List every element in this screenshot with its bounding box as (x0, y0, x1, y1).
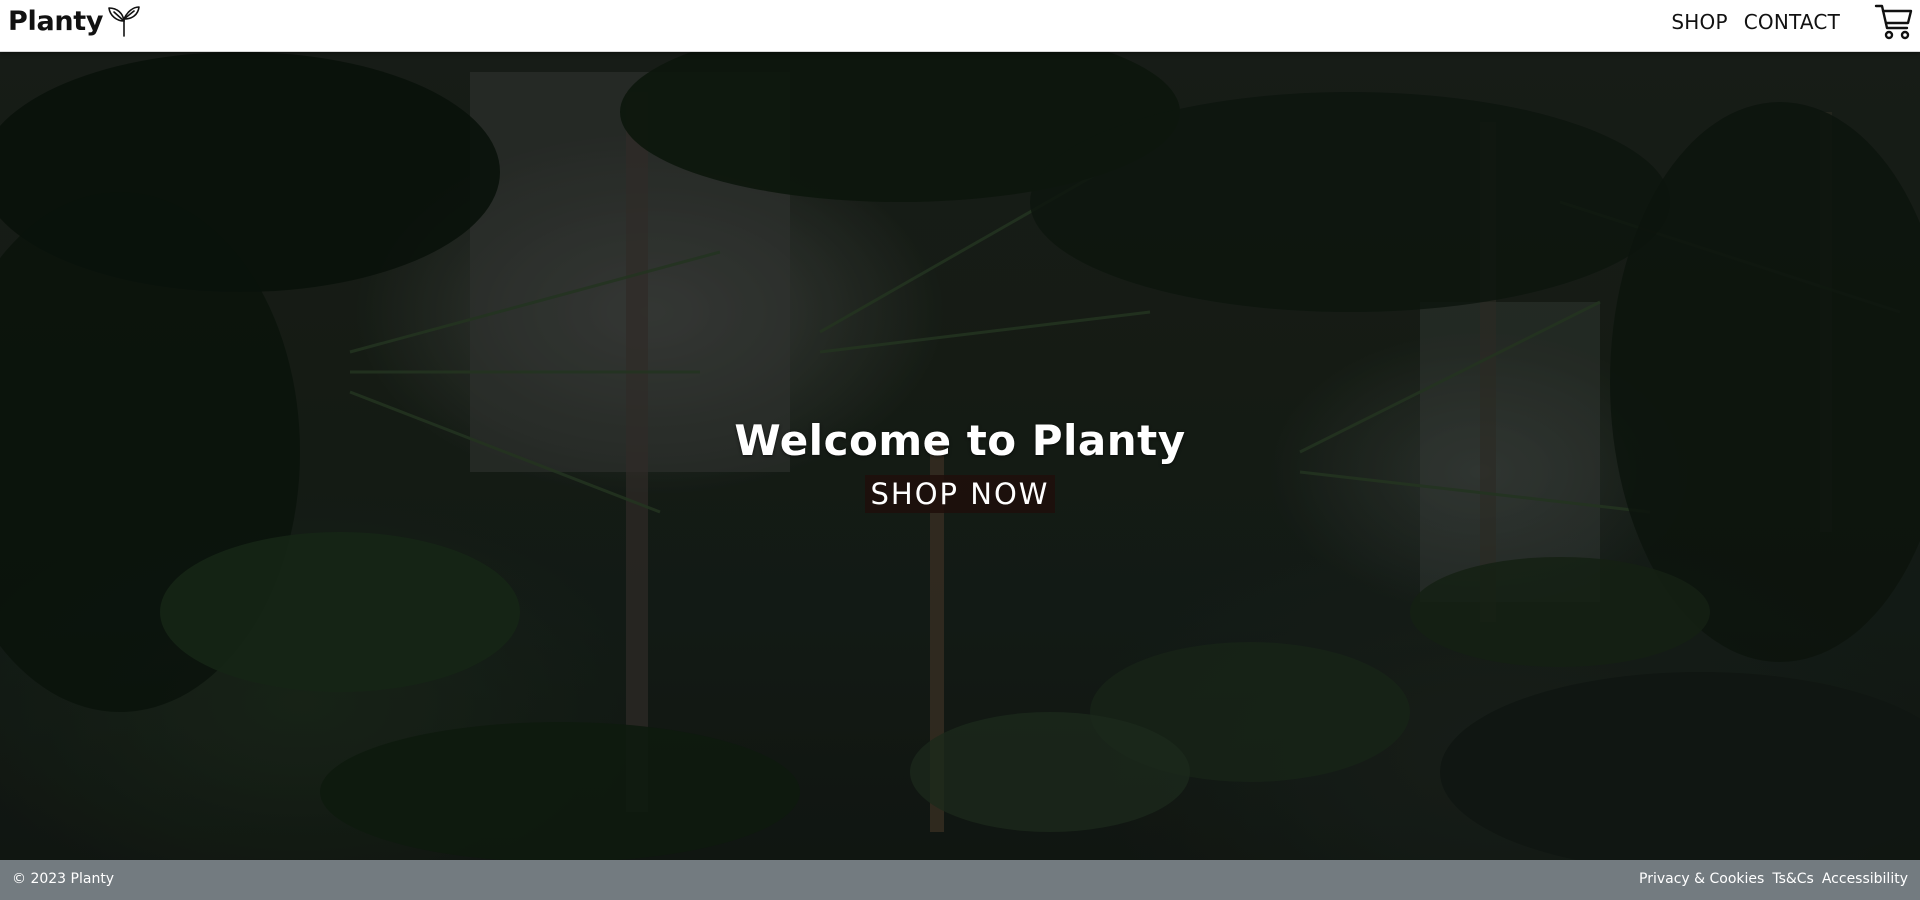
footer-link-accessibility[interactable]: Accessibility (1822, 871, 1908, 887)
hero-banner: Welcome to Planty SHOP NOW (0, 52, 1920, 860)
nav-link-contact[interactable]: CONTACT (1744, 10, 1840, 34)
footer-link-terms[interactable]: Ts&Cs (1772, 871, 1814, 887)
brand-logo[interactable]: Planty (8, 4, 141, 38)
sprout-icon (108, 6, 141, 37)
hero-title: Welcome to Planty (734, 415, 1186, 465)
site-header: Planty SHOP CONTACT (0, 0, 1920, 52)
copyright-text: © 2023 Planty (12, 871, 115, 887)
main-nav: SHOP CONTACT (1671, 10, 1840, 34)
brand-name: Planty (8, 5, 104, 37)
cart-icon[interactable] (1874, 3, 1914, 41)
nav-link-shop[interactable]: SHOP (1671, 10, 1727, 34)
site-footer: © 2023 Planty Privacy & Cookies Ts&Cs Ac… (0, 860, 1920, 900)
footer-link-privacy[interactable]: Privacy & Cookies (1639, 871, 1764, 887)
hero-content: Welcome to Planty SHOP NOW (0, 52, 1920, 860)
shop-now-button[interactable]: SHOP NOW (864, 474, 1056, 513)
footer-links: Privacy & Cookies Ts&Cs Accessibility (1639, 871, 1908, 887)
